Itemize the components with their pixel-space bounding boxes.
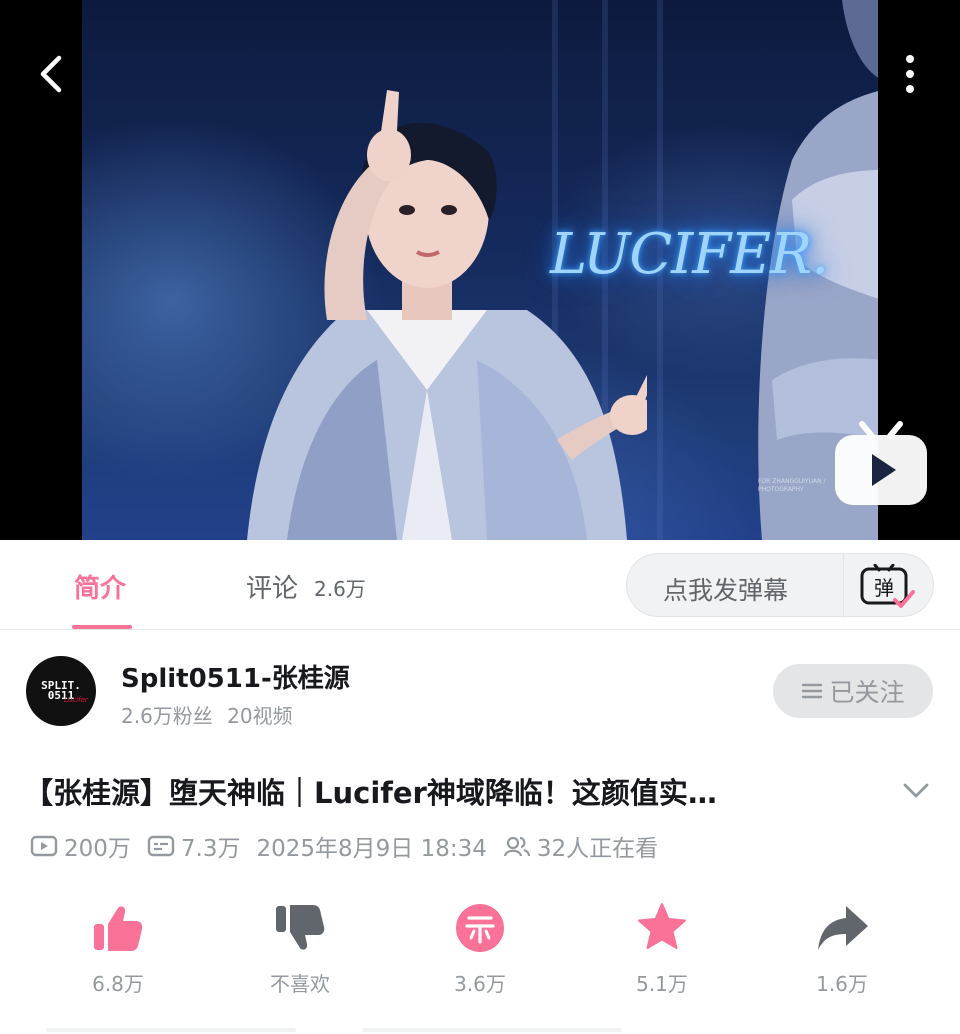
more-vertical-icon: [906, 55, 914, 63]
comment-count: 2.6万: [314, 577, 366, 601]
avatar-scribble: Lucifer: [64, 696, 88, 704]
more-vertical-icon: [906, 85, 914, 93]
video-count: 20视频: [227, 704, 293, 728]
video-overlay-text: LUCIFER.: [550, 222, 829, 287]
watching-count: 32人正在看: [536, 836, 659, 862]
uploader-name[interactable]: Split0511-张桂源: [121, 658, 350, 695]
chevron-left-icon: [40, 55, 62, 93]
danmaku-count: 7.3万: [180, 836, 241, 862]
follow-button[interactable]: 已关注: [773, 664, 933, 718]
publish-time: 2025年8月9日 18:34: [256, 836, 487, 862]
video-frame[interactable]: LUCIFER. FOR ZHANGGUIYUAN / PHOTOGRAPHY: [82, 0, 878, 540]
share-count: 1.6万: [816, 972, 868, 996]
back-button[interactable]: [30, 50, 70, 98]
coin-button[interactable]: 3.6万: [420, 900, 540, 1010]
favorite-button[interactable]: 5.1万: [602, 900, 722, 1010]
menu-icon: [802, 683, 823, 699]
share-button[interactable]: 1.6万: [782, 900, 902, 1010]
like-count: 6.8万: [92, 972, 144, 996]
coin-count: 3.6万: [454, 972, 506, 996]
play-count-icon: [30, 835, 58, 857]
like-button[interactable]: 6.8万: [58, 900, 178, 1010]
action-bar: 6.8万 不喜欢 3.6万 5.1万 1.6万: [0, 900, 960, 1010]
divider: [843, 554, 844, 618]
tab-bar: 简介 评论 2.6万 点我发弹幕 弹: [0, 540, 960, 630]
uploader-stats: 2.6万粉丝 20视频: [121, 700, 301, 729]
favorite-count: 5.1万: [636, 972, 688, 996]
more-options-button[interactable]: [892, 50, 928, 98]
viewers-icon: [503, 836, 530, 857]
share-icon: [818, 906, 868, 950]
video-title[interactable]: 【张桂源】堕天神临｜Lucifer神域降临！这颜值实…: [24, 770, 864, 812]
thumbs-down-icon: [276, 905, 325, 950]
fan-count: 2.6万粉丝: [121, 704, 213, 728]
dislike-button[interactable]: 不喜欢: [240, 900, 360, 1010]
danmaku-count-icon: [147, 835, 175, 857]
tab-comments[interactable]: 评论: [246, 568, 298, 605]
follow-label: 已关注: [829, 678, 905, 707]
star-icon: [638, 903, 686, 949]
uploader-avatar[interactable]: SPLIT. 0511 Lucifer: [26, 656, 96, 726]
chevron-down-icon[interactable]: [900, 776, 932, 804]
thumbs-up-icon: [94, 906, 143, 951]
video-meta: 200万 7.3万 2025年8月9日 18:34 32人正在看: [30, 830, 674, 862]
coin-icon: [456, 904, 504, 952]
scroll-hint: [362, 1028, 622, 1032]
more-vertical-icon: [906, 70, 914, 78]
tab-intro[interactable]: 简介: [74, 568, 126, 605]
active-tab-indicator: [72, 625, 132, 629]
danmaku-toggle-icon[interactable]: 弹: [859, 564, 915, 610]
scroll-hint: [46, 1028, 296, 1032]
svg-text:弹: 弹: [874, 576, 894, 600]
performer-figure: [247, 90, 647, 540]
danmaku-input[interactable]: 点我发弹幕 弹: [626, 553, 934, 618]
dislike-label: 不喜欢: [270, 972, 330, 996]
tv-play-icon[interactable]: [832, 418, 930, 508]
video-player[interactable]: LUCIFER. FOR ZHANGGUIYUAN / PHOTOGRAPHY: [0, 0, 960, 540]
view-count: 200万: [64, 836, 131, 862]
danmaku-placeholder[interactable]: 点我发弹幕: [663, 571, 788, 607]
